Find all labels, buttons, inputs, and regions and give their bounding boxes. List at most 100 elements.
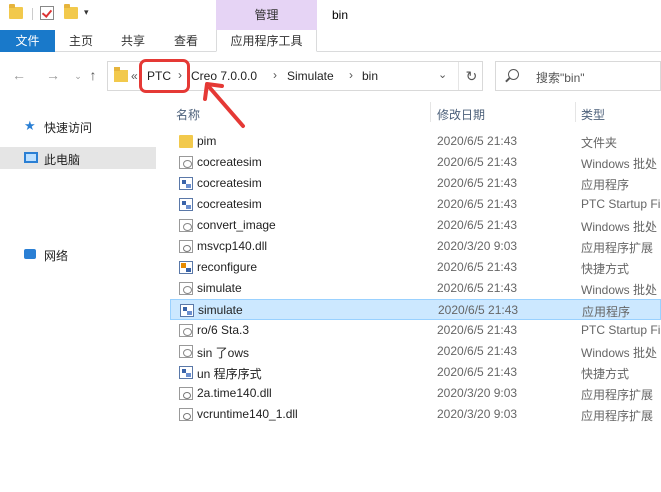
file-name: pim: [197, 134, 217, 148]
ribbon-tabs: 文件 主页 共享 查看 应用程序工具: [0, 30, 661, 52]
file-row[interactable]: msvcp140.dll 2020/3/20 9:03 应用程序扩展: [170, 236, 661, 257]
chevron-right-icon[interactable]: ›: [273, 68, 277, 82]
file-type: 快捷方式: [581, 262, 630, 276]
sidebar-item-quick-access[interactable]: ★ 快速访问: [0, 115, 156, 137]
dll-file-icon: [179, 240, 193, 253]
title-bar: ▾ 管理 bin: [0, 0, 661, 30]
folder-icon: [9, 4, 23, 19]
file-date: 2020/3/20 9:03: [437, 407, 518, 421]
file-name: simulate: [197, 281, 242, 295]
sidebar-item-network[interactable]: 网络: [0, 243, 156, 265]
up-arrow-icon[interactable]: ↑: [84, 67, 102, 83]
file-name: msvcp140.dll: [197, 239, 268, 253]
refresh-icon[interactable]: ↻: [458, 62, 484, 90]
back-arrow-icon[interactable]: ←: [10, 67, 28, 83]
file-name: simulate: [198, 303, 243, 317]
file-date: 2020/6/5 21:43: [437, 365, 518, 379]
file-name: 2a.time140.dll: [197, 386, 272, 400]
file-row[interactable]: cocreatesim 2020/6/5 21:43 Windows 批处: [170, 152, 661, 173]
folder-icon: [114, 67, 128, 82]
file-type: Windows 批处: [581, 220, 658, 234]
file-row[interactable]: vcruntime140_1.dll 2020/3/20 9:03 应用程序扩展: [170, 404, 661, 425]
sidebar-item-label: 快速访问: [44, 121, 93, 135]
file-date: 2020/6/5 21:43: [437, 155, 518, 169]
file-type: Windows 批处: [581, 283, 658, 297]
file-date: 2020/6/5 21:43: [437, 218, 518, 232]
forward-arrow-icon[interactable]: →: [44, 67, 62, 83]
file-type: PTC Startup Fi: [581, 197, 661, 211]
column-header-type[interactable]: 类型: [581, 106, 605, 132]
file-row[interactable]: simulate 2020/6/5 21:43 应用程序: [170, 299, 661, 320]
file-row[interactable]: reconfigure 2020/6/5 21:43 快捷方式: [170, 257, 661, 278]
file-row[interactable]: cocreatesim 2020/6/5 21:43 PTC Startup Fi: [170, 194, 661, 215]
sidebar-item-label: 网络: [44, 249, 69, 263]
column-divider[interactable]: [575, 102, 576, 122]
sidebar-item-this-pc[interactable]: 此电脑: [0, 147, 156, 169]
column-header-name[interactable]: 名称: [176, 106, 200, 132]
application-icon: [179, 366, 193, 379]
tab-manage[interactable]: 管理: [216, 0, 317, 30]
chevron-down-icon[interactable]: ⌄: [438, 68, 447, 81]
application-icon: [180, 304, 194, 317]
column-header-date[interactable]: 修改日期: [437, 106, 485, 132]
dll-file-icon: [179, 387, 193, 400]
computer-icon: [24, 152, 38, 163]
file-name: cocreatesim: [197, 176, 262, 190]
file-date: 2020/6/5 21:43: [437, 176, 518, 190]
file-row[interactable]: 2a.time140.dll 2020/3/20 9:03 应用程序扩展: [170, 383, 661, 404]
file-date: 2020/6/5 21:43: [437, 281, 518, 295]
sidebar-item-label: 此电脑: [44, 153, 81, 167]
file-date: 2020/6/5 21:43: [437, 344, 518, 358]
shortcut-icon: [179, 261, 193, 274]
navigation-pane: ★ 快速访问 此电脑 网络: [0, 99, 156, 492]
file-type: 应用程序扩展: [581, 388, 654, 402]
file-name: sin 了ows: [197, 346, 250, 360]
network-icon: [24, 249, 36, 259]
breadcrumb-simulate[interactable]: Simulate: [287, 69, 334, 83]
file-type: 应用程序: [582, 305, 631, 319]
file-type: Windows 批处: [581, 346, 658, 360]
star-icon: ★: [24, 118, 36, 133]
file-name: convert_image: [197, 218, 276, 232]
tab-home[interactable]: 主页: [60, 30, 102, 52]
file-type: Windows 批处: [581, 157, 658, 171]
file-row[interactable]: sin 了ows 2020/6/5 21:43 Windows 批处: [170, 341, 661, 362]
file-type: 应用程序扩展: [581, 241, 654, 255]
file-row[interactable]: cocreatesim 2020/6/5 21:43 应用程序: [170, 173, 661, 194]
file-row[interactable]: convert_image 2020/6/5 21:43 Windows 批处: [170, 215, 661, 236]
file-row[interactable]: pim 2020/6/5 21:43 文件夹: [170, 131, 661, 152]
search-placeholder: 搜索"bin": [536, 71, 585, 85]
tab-view[interactable]: 查看: [165, 30, 207, 52]
file-date: 2020/6/5 21:43: [437, 197, 518, 211]
navigation-bar: ← → ⌄ ↑ « PTC › Creo 7.0.0.0 › Simulate …: [0, 53, 661, 99]
breadcrumb-creo[interactable]: Creo 7.0.0.0: [191, 69, 257, 83]
column-divider[interactable]: [430, 102, 431, 122]
file-type: PTC Startup Fi: [581, 323, 661, 337]
file-row[interactable]: un 程序序式 2020/6/5 21:43 快捷方式: [170, 362, 661, 383]
file-date: 2020/6/5 21:43: [437, 134, 518, 148]
tab-file[interactable]: 文件: [0, 30, 55, 52]
file-type: 应用程序: [581, 178, 630, 192]
new-folder-icon[interactable]: [64, 4, 78, 19]
file-name: cocreatesim: [197, 155, 262, 169]
file-row[interactable]: simulate 2020/6/5 21:43 Windows 批处: [170, 278, 661, 299]
file-date: 2020/6/5 21:43: [437, 260, 518, 274]
file-row[interactable]: ro/6 Sta.3 2020/6/5 21:43 PTC Startup Fi: [170, 320, 661, 341]
batch-file-icon: [179, 324, 193, 337]
file-name: un 程序序式: [197, 367, 262, 381]
tab-application-tools[interactable]: 应用程序工具: [216, 30, 317, 52]
file-date: 2020/3/20 9:03: [437, 386, 518, 400]
file-name: ro/6 Sta.3: [197, 323, 250, 337]
annotation-highlight-box: [139, 59, 190, 93]
search-input[interactable]: 搜索"bin": [495, 61, 661, 91]
batch-file-icon: [179, 156, 193, 169]
breadcrumb-bin[interactable]: bin: [362, 69, 378, 83]
properties-icon[interactable]: [40, 6, 54, 20]
chevron-right-icon[interactable]: ›: [349, 68, 353, 82]
customize-toolbar-icon[interactable]: ▾: [84, 7, 89, 18]
batch-file-icon: [179, 219, 193, 232]
breadcrumb-overflow[interactable]: «: [131, 69, 138, 83]
tab-share[interactable]: 共享: [112, 30, 154, 52]
window-title: bin: [332, 8, 349, 22]
folder-icon: [179, 135, 193, 148]
